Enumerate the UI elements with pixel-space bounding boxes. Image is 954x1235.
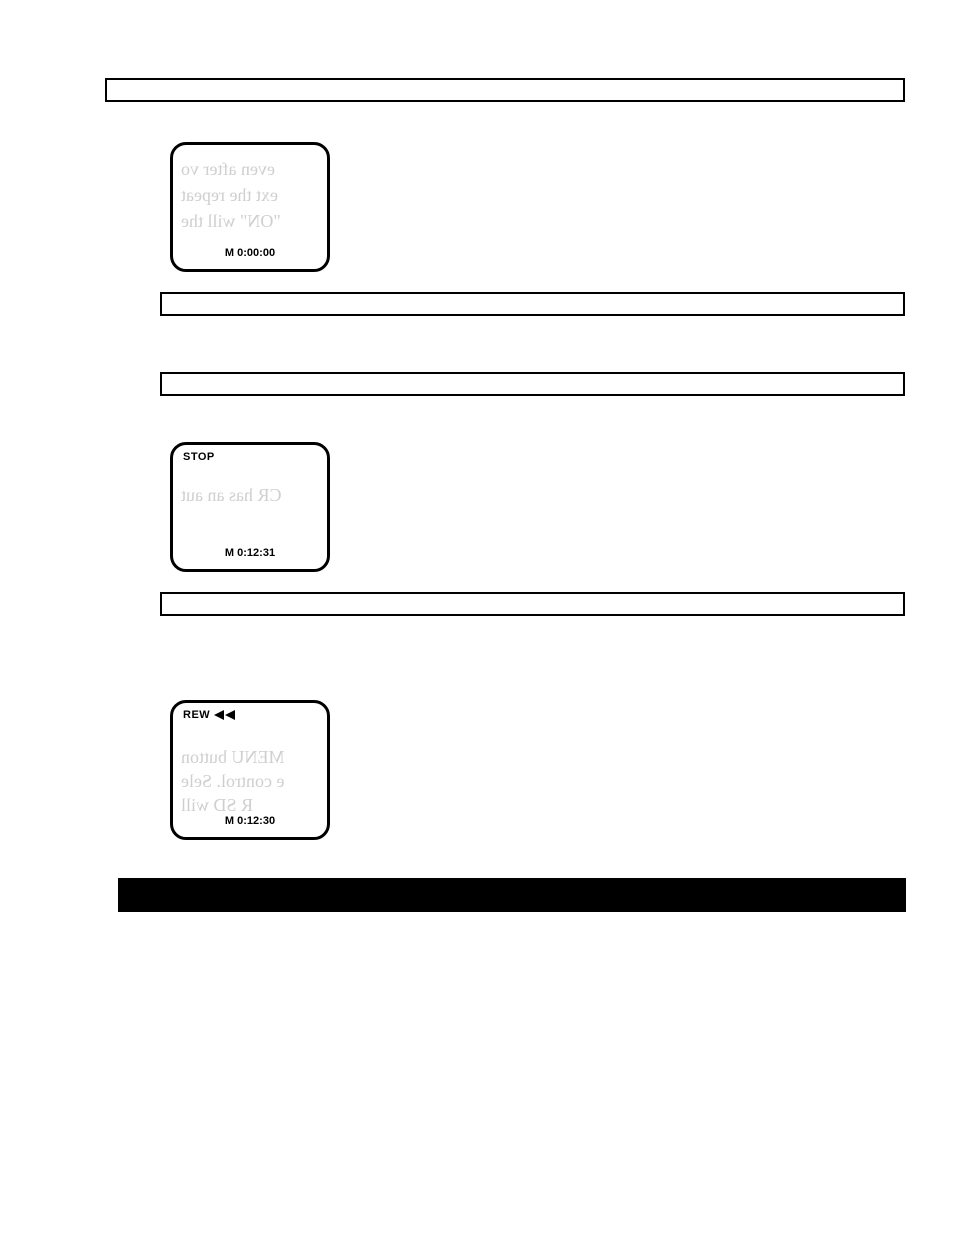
- ghost-text: ext the repeat: [181, 185, 278, 206]
- ghost-text: CR has an aut: [181, 485, 282, 506]
- rewind-icon: [214, 710, 236, 720]
- osd-status-stop: STOP: [183, 451, 215, 463]
- ghost-text: even after vo: [181, 159, 275, 180]
- osd-screen-2: STOP CR has an aut M 0:12:31: [170, 442, 330, 572]
- osd-screen-3: REW MENU button e control. Sele R SD wil…: [170, 700, 330, 840]
- osd-time-2: M 0:12:31: [173, 547, 327, 559]
- step-bar-3: [160, 592, 905, 616]
- stop-label: STOP: [183, 451, 215, 463]
- osd-time-1: M 0:00:00: [173, 247, 327, 259]
- section-heading-bar: [118, 878, 906, 912]
- osd-screen-1: even after vo ext the repeat "ON" will t…: [170, 142, 330, 272]
- osd-time-3: M 0:12:30: [173, 815, 327, 827]
- ghost-text: e control. Sele: [181, 771, 284, 792]
- page: even after vo ext the repeat "ON" will t…: [0, 0, 954, 1235]
- ghost-text: R SD will: [181, 795, 253, 816]
- ghost-text: "ON" will the: [181, 211, 281, 232]
- ghost-text: MENU button: [181, 747, 285, 768]
- osd-status-rew: REW: [183, 709, 236, 721]
- step-bar-2: [160, 372, 905, 396]
- top-header-bar: [105, 78, 905, 102]
- step-bar-1: [160, 292, 905, 316]
- rew-label: REW: [183, 709, 210, 721]
